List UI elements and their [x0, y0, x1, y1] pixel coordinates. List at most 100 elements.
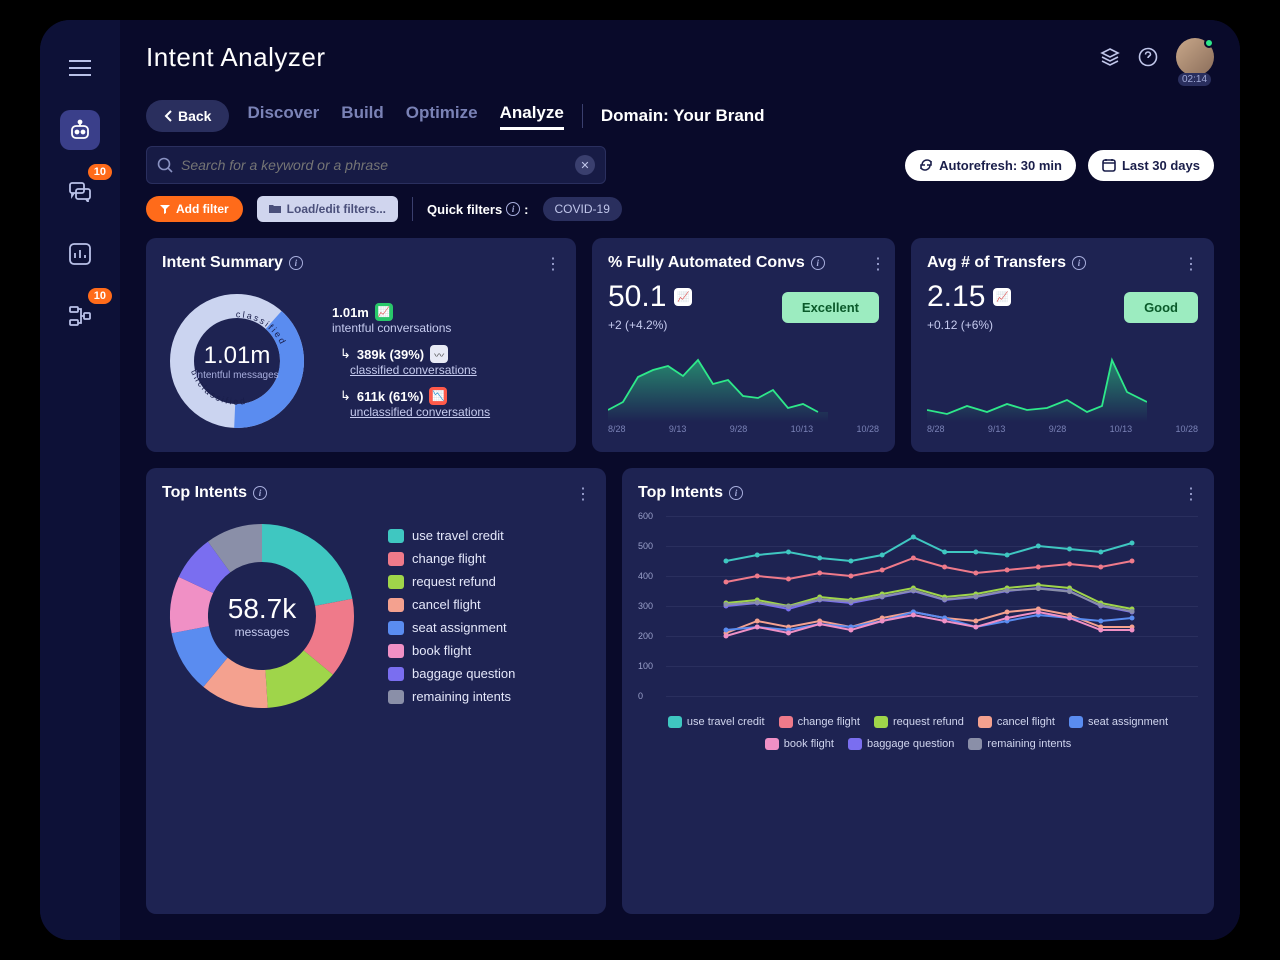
kebab-icon[interactable]: ⋮	[1183, 484, 1200, 504]
bot-icon[interactable]	[60, 110, 100, 150]
info-icon[interactable]: i	[811, 256, 825, 270]
daterange-button[interactable]: Last 30 days	[1088, 150, 1214, 181]
legend-item[interactable]: request refund	[388, 574, 515, 589]
autorefresh-button[interactable]: Autorefresh: 30 min	[905, 150, 1076, 181]
top-intents-line-chart: 0100200300400500600	[638, 510, 1198, 710]
domain-label: Domain: Your Brand	[601, 106, 765, 126]
donut-center-value: 58.7k	[228, 593, 297, 625]
load-filter-button[interactable]: Load/edit filters...	[257, 196, 398, 222]
header: Intent Analyzer 02:14	[146, 38, 1214, 88]
legend-item[interactable]: book flight	[388, 643, 515, 658]
transfers-value: 2.15	[927, 280, 985, 314]
card-title: % Fully Automated Convs	[608, 254, 805, 272]
info-icon[interactable]: i	[729, 486, 743, 500]
legend-item[interactable]: request refund	[874, 716, 964, 728]
legend-item[interactable]: use travel credit	[668, 716, 765, 728]
legend-item[interactable]: seat assignment	[1069, 716, 1168, 728]
x-axis-labels: 8/289/139/2810/1310/28	[608, 424, 879, 434]
legend-item[interactable]: baggage question	[388, 666, 515, 681]
clear-search-icon[interactable]: ✕	[575, 155, 595, 175]
card-transfers: Avg # of Transfers i ⋮ 2.15 📈 Good +0.12…	[911, 238, 1214, 452]
classified-link[interactable]: classified conversations	[350, 363, 560, 377]
intent-summary-donut: classified unclassified 1.01m intentful …	[162, 286, 312, 436]
info-icon[interactable]: i	[253, 486, 267, 500]
tabs: Discover Build Optimize Analyze	[247, 103, 563, 130]
info-icon[interactable]: i	[289, 256, 303, 270]
kebab-icon[interactable]: ⋮	[870, 254, 887, 274]
presence-dot-icon	[1204, 38, 1214, 48]
quick-filters-label: Quick filters i :	[427, 202, 528, 217]
sidebar: 10 10	[40, 20, 120, 940]
autorefresh-label: Autorefresh: 30 min	[939, 158, 1062, 173]
legend-item[interactable]: cancel flight	[388, 597, 515, 612]
donut-center-value: 1.01m	[204, 342, 271, 370]
analytics-icon[interactable]	[60, 234, 100, 274]
calendar-icon	[1102, 158, 1116, 172]
flows-badge: 10	[88, 288, 112, 304]
card-top-intents-lines: Top Intents i ⋮ 0100200300400500600 use …	[622, 468, 1214, 914]
main-content: Intent Analyzer 02:14 Back	[120, 20, 1240, 940]
legend-item[interactable]: remaining intents	[968, 738, 1071, 750]
unclassified-link[interactable]: unclassified conversations	[350, 405, 560, 419]
quick-filter-chip[interactable]: COVID-19	[543, 197, 622, 221]
donut-legend: use travel credit change flight request re…	[388, 528, 515, 704]
trend-down-icon: 📉	[429, 387, 447, 405]
automation-sparkline	[608, 342, 828, 422]
add-filter-button[interactable]: Add filter	[146, 196, 243, 222]
session-timer: 02:14	[1178, 73, 1211, 86]
back-label: Back	[178, 108, 211, 124]
card-title: Top Intents	[162, 484, 247, 502]
unclassified-value: 611k (61%)	[357, 389, 424, 404]
line-chart-legend: use travel credit change flight request re…	[638, 716, 1198, 750]
back-button[interactable]: Back	[146, 100, 229, 132]
info-icon[interactable]: i	[1072, 256, 1086, 270]
tab-optimize[interactable]: Optimize	[406, 103, 478, 130]
layers-icon[interactable]	[1100, 47, 1120, 67]
card-title: Avg # of Transfers	[927, 254, 1066, 272]
trend-up-icon: 📈	[375, 303, 393, 321]
flows-icon[interactable]: 10	[60, 296, 100, 336]
divider	[582, 104, 583, 128]
tab-build[interactable]: Build	[341, 103, 384, 130]
card-intent-summary: Intent Summary i ⋮ classified unclassifi…	[146, 238, 576, 452]
trend-neutral-icon: 〰	[430, 345, 448, 363]
chat-icon[interactable]: 10	[60, 172, 100, 212]
classified-value: 389k (39%)	[357, 347, 424, 362]
donut-center-label: messages	[235, 625, 290, 639]
divider	[412, 197, 413, 221]
trend-up-icon: 📈	[674, 288, 692, 306]
legend-item[interactable]: remaining intents	[388, 689, 515, 704]
kebab-icon[interactable]: ⋮	[545, 254, 562, 274]
add-filter-label: Add filter	[176, 202, 229, 216]
tab-discover[interactable]: Discover	[247, 103, 319, 130]
quality-badge: Good	[1124, 292, 1198, 323]
chat-badge: 10	[88, 164, 112, 180]
kebab-icon[interactable]: ⋮	[575, 484, 592, 504]
legend-item[interactable]: cancel flight	[978, 716, 1055, 728]
legend-item[interactable]: seat assignment	[388, 620, 515, 635]
x-axis-labels: 8/289/139/2810/1310/28	[927, 424, 1198, 434]
legend-item[interactable]: baggage question	[848, 738, 954, 750]
legend-item[interactable]: change flight	[388, 551, 515, 566]
card-title: Intent Summary	[162, 254, 283, 272]
legend-item[interactable]: book flight	[765, 738, 834, 750]
info-icon[interactable]: i	[506, 202, 520, 216]
legend-item[interactable]: use travel credit	[388, 528, 515, 543]
search-input-wrap[interactable]: ✕	[146, 146, 606, 184]
kebab-icon[interactable]: ⋮	[1183, 254, 1200, 274]
daterange-label: Last 30 days	[1122, 158, 1200, 173]
total-label: intentful conversations	[332, 321, 560, 335]
avatar[interactable]: 02:14	[1176, 38, 1214, 76]
donut-center-label: intentful messages	[195, 370, 278, 381]
tab-analyze[interactable]: Analyze	[500, 103, 564, 130]
legend-item[interactable]: change flight	[779, 716, 860, 728]
card-top-intents-donut: Top Intents i ⋮ 58.7k messages use trave…	[146, 468, 606, 914]
refresh-icon	[919, 158, 933, 172]
page-title: Intent Analyzer	[146, 42, 326, 73]
help-icon[interactable]	[1138, 47, 1158, 67]
hamburger-menu-icon[interactable]	[60, 48, 100, 88]
transfers-sparkline	[927, 342, 1147, 422]
card-title: Top Intents	[638, 484, 723, 502]
search-input[interactable]	[181, 157, 567, 173]
folder-icon	[269, 204, 281, 214]
